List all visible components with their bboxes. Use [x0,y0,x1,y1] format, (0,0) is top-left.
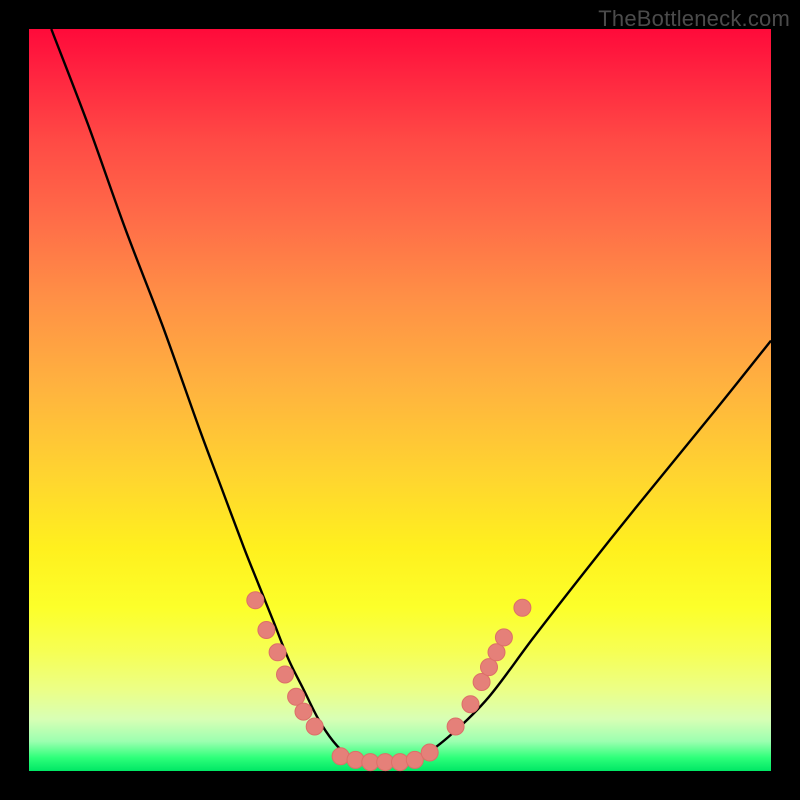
data-marker [514,599,531,616]
data-marker [247,592,264,609]
data-marker [488,644,505,661]
data-marker [406,751,423,768]
data-marker [421,744,438,761]
data-marker [269,644,286,661]
data-marker [277,666,294,683]
plot-area [29,29,771,771]
marker-group [247,592,531,771]
data-marker [447,718,464,735]
data-marker [392,754,409,771]
data-marker [473,674,490,691]
data-marker [306,718,323,735]
watermark-text: TheBottleneck.com [598,6,790,32]
data-marker [462,696,479,713]
chart-frame: TheBottleneck.com [0,0,800,800]
data-marker [495,629,512,646]
bottleneck-curve-path [51,29,771,764]
data-marker [332,748,349,765]
data-marker [347,751,364,768]
data-marker [258,622,275,639]
data-marker [295,703,312,720]
chart-svg [29,29,771,771]
